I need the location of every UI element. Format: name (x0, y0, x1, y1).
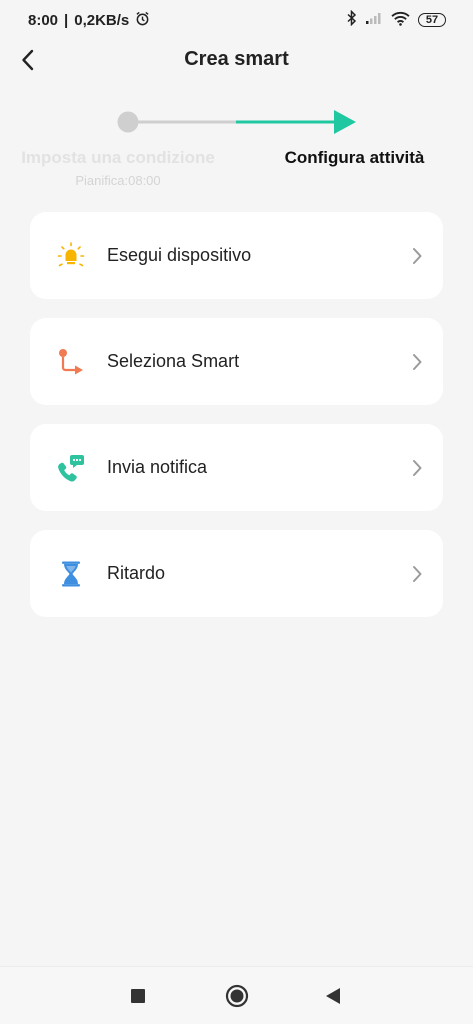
status-speed: 0,2KB/s (74, 11, 130, 29)
step1-dot (117, 111, 139, 133)
signal-icon (365, 11, 383, 29)
chevron-right-icon (409, 458, 425, 478)
chevron-right-icon (409, 564, 425, 584)
step1-label: Imposta una condizione (21, 148, 215, 167)
action-card-send-notification[interactable]: Invia notifica (30, 424, 443, 511)
step2-arrow-icon (334, 110, 356, 134)
step1-sublabel: Pianifica:08:00 (75, 173, 161, 188)
status-right: 57 (347, 9, 446, 30)
action-label: Esegui dispositivo (107, 245, 252, 265)
stepper-track (117, 110, 356, 134)
step2-label: Configura attività (284, 148, 425, 167)
action-card-delay[interactable]: Ritardo (30, 530, 443, 617)
battery-indicator: 57 (418, 13, 446, 27)
wifi-icon (391, 11, 410, 30)
hourglass-icon (55, 558, 87, 590)
action-card-execute-device[interactable]: Esegui dispositivo (30, 212, 443, 299)
chevron-right-icon (409, 246, 425, 266)
action-label: Ritardo (107, 563, 166, 583)
recent-apps-button[interactable] (125, 983, 151, 1009)
phone-message-icon (55, 452, 87, 484)
status-bar: 8:00 | 0,2KB/s 57 (0, 0, 473, 40)
route-icon (55, 346, 87, 378)
page-title: Crea smart (184, 48, 289, 70)
system-nav-bar (0, 966, 473, 1024)
home-button[interactable] (224, 983, 250, 1009)
alarm-icon (135, 11, 150, 30)
status-left: 8:00 | 0,2KB/s (28, 11, 150, 30)
square-icon (131, 989, 145, 1003)
circle-icon (225, 984, 249, 1008)
progress-stepper: Imposta una condizione Pianifica:08:00 C… (0, 105, 473, 195)
back-nav-button[interactable] (320, 983, 346, 1009)
status-time: 8:00 (28, 11, 59, 29)
chevron-right-icon (409, 352, 425, 372)
header: Crea smart (0, 40, 473, 80)
bulb-icon (55, 240, 87, 272)
bluetooth-icon (347, 9, 357, 30)
status-separator: | (64, 11, 69, 29)
triangle-back-icon (326, 988, 340, 1004)
action-card-select-smart[interactable]: Seleziona Smart (30, 318, 443, 405)
action-label: Seleziona Smart (107, 351, 240, 371)
action-label: Invia notifica (107, 457, 208, 477)
